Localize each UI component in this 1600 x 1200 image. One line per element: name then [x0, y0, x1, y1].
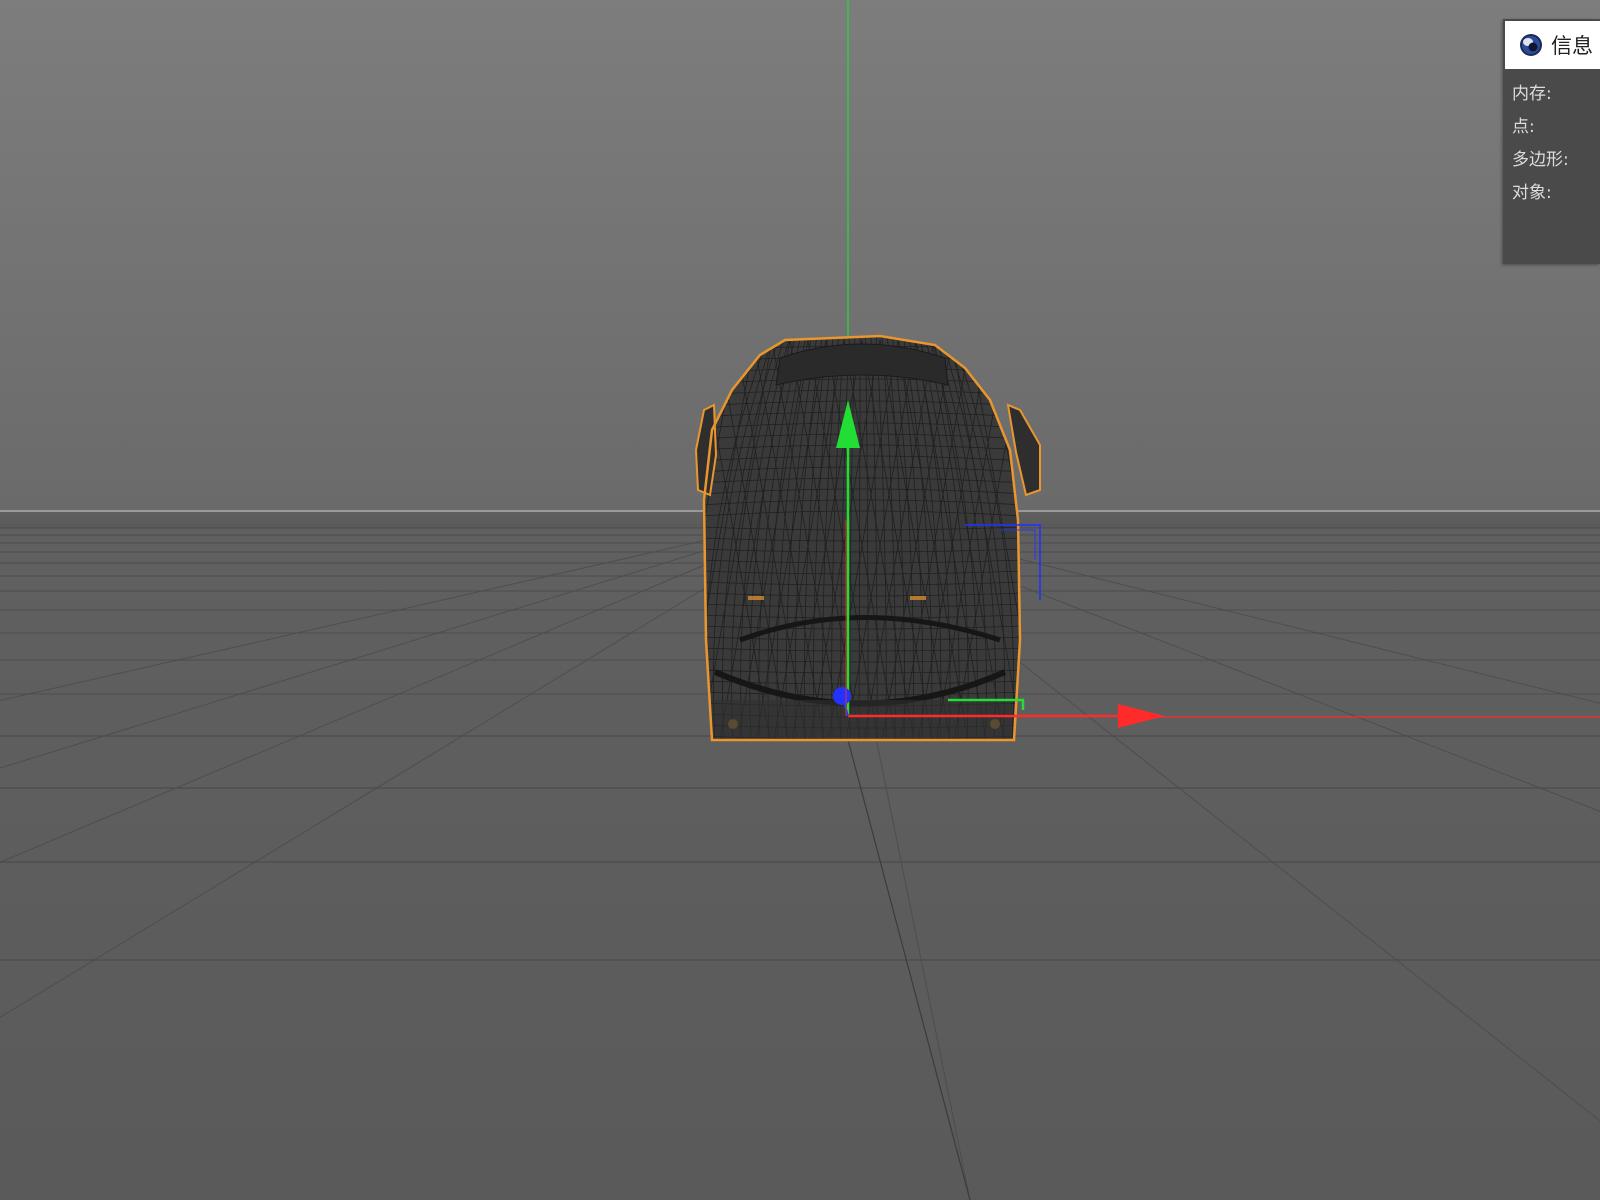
info-tab[interactable]: 信息 — [1505, 21, 1600, 69]
bus-headlight — [990, 719, 1000, 729]
bus-marker-light — [748, 596, 764, 600]
cinema4d-logo-icon — [1520, 34, 1542, 56]
viewport-canvas[interactable] — [0, 0, 1600, 1200]
info-panel: 信息 内存: 点: 多边形: 对象: — [1503, 19, 1600, 264]
bus-grille — [712, 700, 1012, 740]
info-rows: 内存: 点: 多边形: 对象: — [1512, 78, 1569, 210]
bus-headlight — [728, 719, 738, 729]
info-tab-title: 信息 — [1551, 34, 1593, 58]
3d-viewport[interactable] — [0, 0, 1600, 1200]
info-row-polygons: 多边形: — [1512, 150, 1569, 170]
bus-marker-light — [910, 596, 926, 600]
info-row-memory: 内存: — [1512, 84, 1552, 104]
info-row-objects: 对象: — [1512, 183, 1552, 203]
bus-body — [704, 336, 1020, 740]
info-row-points: 点: — [1512, 117, 1535, 137]
